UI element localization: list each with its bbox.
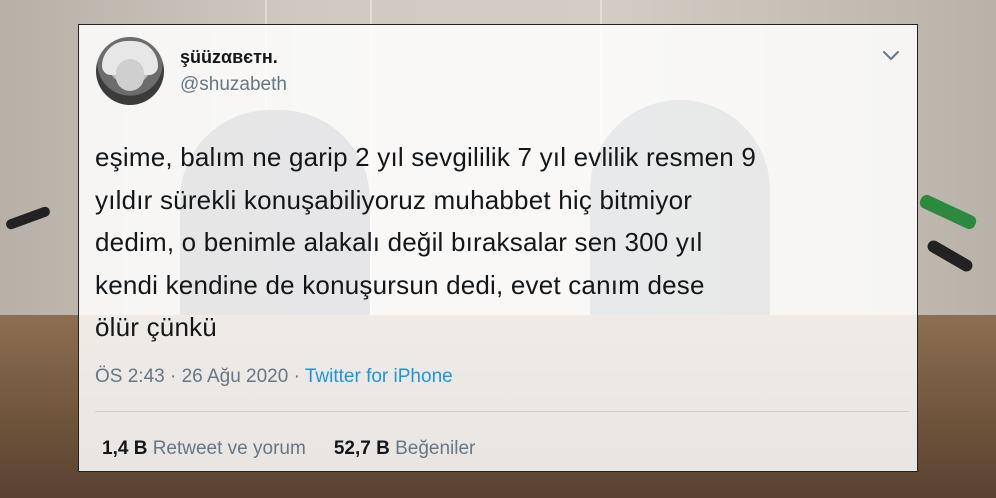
tweet-text-line: dedim, o benimle alakalı değil bıraksala…: [95, 227, 703, 257]
tweet-meta: ÖS 2:43 · 26 Ağu 2020 · Twitter for iPho…: [95, 366, 453, 388]
tweet-text-line: ölür çünkü: [95, 312, 217, 342]
tweet-text-line: yıldır sürekli konuşabiliyoruz muhabbet …: [95, 184, 693, 215]
tweet-text-line: eşime, balım ne garip 2 yıl sevgililik 7…: [95, 142, 756, 172]
likes-label: Beğeniler: [389, 438, 476, 459]
user-handle[interactable]: @shuzabeth: [180, 74, 287, 96]
likes-count: 52,7 B: [333, 438, 390, 459]
display-name[interactable]: şüüzαвєтн.: [180, 47, 278, 68]
chevron-down-icon[interactable]: [881, 48, 901, 64]
tweet-stats: 1,4 B Retweet ve yorum 52,7 B Beğeniler: [102, 438, 475, 460]
tweet-source-link[interactable]: Twitter for iPhone: [305, 366, 453, 387]
tweet-card: şüüzαвєтн. @shuzabeth eşime, balım ne ga…: [78, 24, 918, 472]
retweets-stat[interactable]: 1,4 B Retweet ve yorum: [102, 438, 306, 459]
retweets-label: Retweet ve yorum: [147, 438, 306, 459]
divider: [95, 411, 909, 412]
tweet-text: eşime, balım ne garip 2 yıl sevgililik 7…: [95, 136, 910, 349]
avatar-face: [116, 59, 144, 91]
tweet-timestamp[interactable]: ÖS 2:43 · 26 Ağu 2020 ·: [95, 366, 305, 387]
avatar[interactable]: [96, 37, 164, 105]
likes-stat[interactable]: 52,7 B Beğeniler: [334, 438, 476, 459]
retweets-count: 1,4 B: [102, 438, 148, 459]
tweet-text-line: kendi kendine de konuşursun dedi, evet c…: [95, 269, 705, 300]
